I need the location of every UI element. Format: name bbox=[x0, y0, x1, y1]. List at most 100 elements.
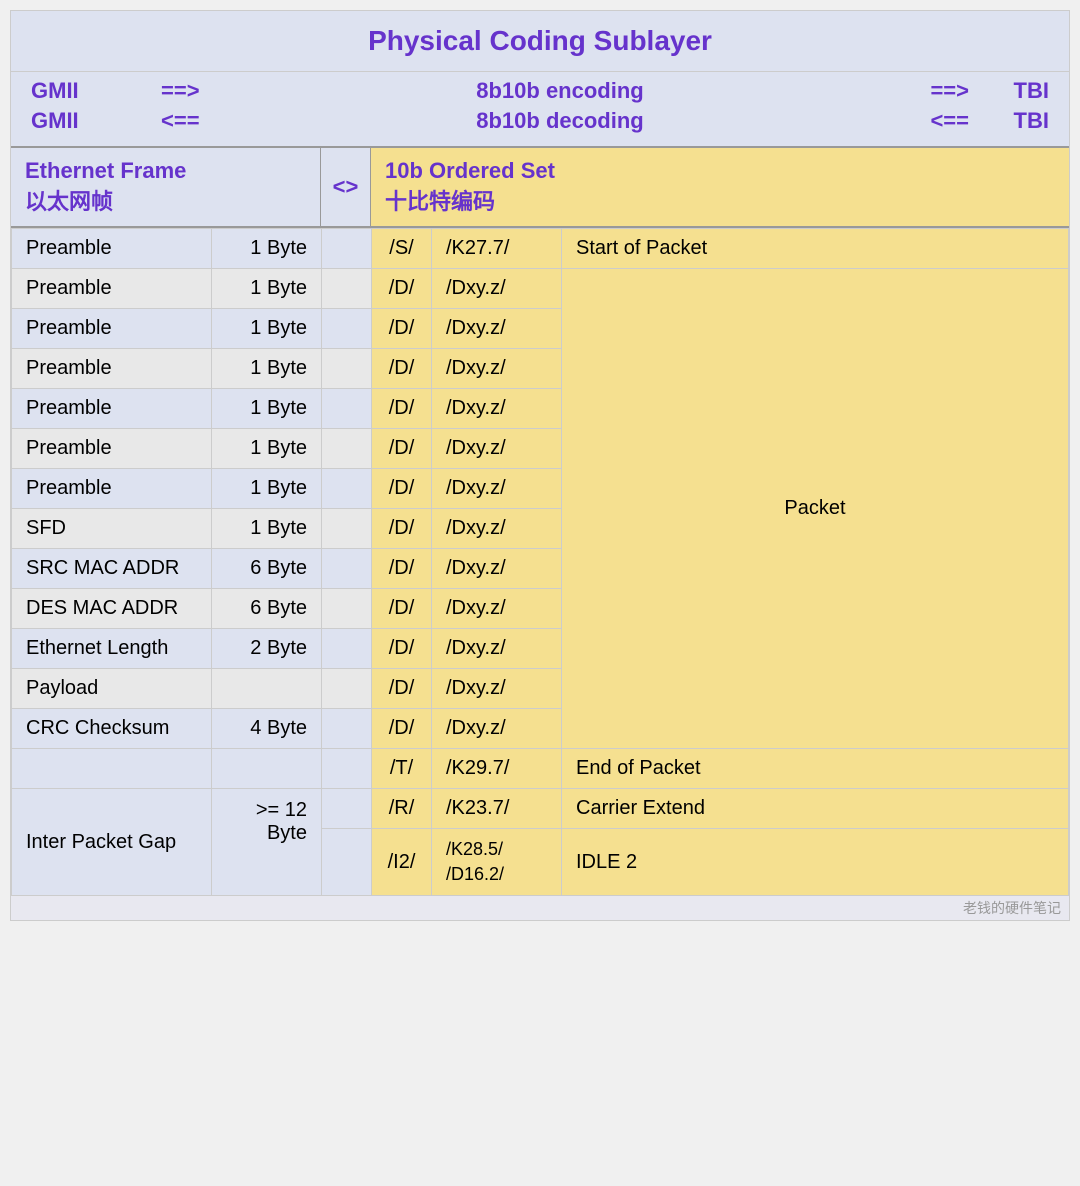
gmii-block: GMII ==> 8b10b encoding ==> TBI GMII <==… bbox=[11, 72, 1069, 148]
idle2-code2: /K28.5/ /D16.2/ bbox=[432, 829, 562, 896]
gmii-arrow-dec: <== bbox=[151, 108, 231, 134]
row-code2-9: /Dxy.z/ bbox=[432, 589, 562, 629]
row-size-2: 1 Byte bbox=[212, 309, 322, 349]
ipg-code2-1: /K23.7/ bbox=[432, 789, 562, 829]
idle2-arrow bbox=[322, 829, 372, 896]
table-row: Preamble 1 Byte /D/ /Dxy.z/ Packet bbox=[12, 269, 1069, 309]
row-arrow-11 bbox=[322, 669, 372, 709]
table-header: Ethernet Frame 以太网帧 <> 10b Ordered Set 十… bbox=[11, 148, 1069, 228]
row-code2-0: /K27.7/ bbox=[432, 229, 562, 269]
row-name-8: SRC MAC ADDR bbox=[12, 549, 212, 589]
row-size-6: 1 Byte bbox=[212, 469, 322, 509]
row-name-2: Preamble bbox=[12, 309, 212, 349]
eop-name bbox=[12, 749, 212, 789]
row-name-12: CRC Checksum bbox=[12, 709, 212, 749]
row-name-9: DES MAC ADDR bbox=[12, 589, 212, 629]
gmii-arrow-enc: ==> bbox=[151, 78, 231, 104]
row-arrow-5 bbox=[322, 429, 372, 469]
row-name-3: Preamble bbox=[12, 349, 212, 389]
row-code1-0: /S/ bbox=[372, 229, 432, 269]
10b-chinese: 十比特编码 bbox=[385, 184, 1055, 216]
eth-frame-chinese: 以太网帧 bbox=[25, 184, 306, 216]
row-code2-5: /Dxy.z/ bbox=[432, 429, 562, 469]
gmii-decoding-label: 8b10b decoding bbox=[231, 108, 889, 134]
idle2-d162: /D16.2/ bbox=[446, 864, 504, 884]
row-size-12: 4 Byte bbox=[212, 709, 322, 749]
10b-title: 10b Ordered Set bbox=[385, 158, 1055, 184]
row-code1-11: /D/ bbox=[372, 669, 432, 709]
eop-size bbox=[212, 749, 322, 789]
ipg-name: Inter Packet Gap bbox=[12, 789, 212, 896]
row-arrow-0 bbox=[322, 229, 372, 269]
ipg-size: >= 12 Byte bbox=[212, 789, 322, 896]
row-code1-12: /D/ bbox=[372, 709, 432, 749]
row-code1-9: /D/ bbox=[372, 589, 432, 629]
row-name-10: Ethernet Length bbox=[12, 629, 212, 669]
page-title: Physical Coding Sublayer bbox=[11, 11, 1069, 72]
row-code1-5: /D/ bbox=[372, 429, 432, 469]
row-code2-10: /Dxy.z/ bbox=[432, 629, 562, 669]
row-size-7: 1 Byte bbox=[212, 509, 322, 549]
row-name-7: SFD bbox=[12, 509, 212, 549]
tbi-label-enc: TBI bbox=[969, 78, 1049, 104]
tbi-label-dec: TBI bbox=[969, 108, 1049, 134]
row-code1-1: /D/ bbox=[372, 269, 432, 309]
row-name-6: Preamble bbox=[12, 469, 212, 509]
row-code1-10: /D/ bbox=[372, 629, 432, 669]
row-name-5: Preamble bbox=[12, 429, 212, 469]
row-arrow-10 bbox=[322, 629, 372, 669]
row-arrow-4 bbox=[322, 389, 372, 429]
row-arrow-1 bbox=[322, 269, 372, 309]
eop-code1: /T/ bbox=[372, 749, 432, 789]
ipg-code1-1: /R/ bbox=[372, 789, 432, 829]
row-name-0: Preamble bbox=[12, 229, 212, 269]
row-size-4: 1 Byte bbox=[212, 389, 322, 429]
eop-code2: /K29.7/ bbox=[432, 749, 562, 789]
gmii-encoding-row: GMII ==> 8b10b encoding ==> TBI bbox=[31, 76, 1049, 106]
row-size-5: 1 Byte bbox=[212, 429, 322, 469]
row-size-10: 2 Byte bbox=[212, 629, 322, 669]
10b-ordered-set-header: 10b Ordered Set 十比特编码 bbox=[371, 148, 1069, 226]
row-code1-6: /D/ bbox=[372, 469, 432, 509]
carrier-extend-cell: Carrier Extend bbox=[562, 789, 1069, 829]
row-code1-3: /D/ bbox=[372, 349, 432, 389]
row-code2-4: /Dxy.z/ bbox=[432, 389, 562, 429]
idle2-k285: /K28.5/ bbox=[446, 839, 503, 859]
idle2-desc-cell: IDLE 2 bbox=[562, 829, 1069, 896]
eop-arrow bbox=[322, 749, 372, 789]
row-code1-8: /D/ bbox=[372, 549, 432, 589]
row-arrow-6 bbox=[322, 469, 372, 509]
row-code2-2: /Dxy.z/ bbox=[432, 309, 562, 349]
row-arrow-12 bbox=[322, 709, 372, 749]
row-name-11: Payload bbox=[12, 669, 212, 709]
row-name-4: Preamble bbox=[12, 389, 212, 429]
row-size-11 bbox=[212, 669, 322, 709]
eth-frame-title: Ethernet Frame bbox=[25, 158, 306, 184]
row-arrow-9 bbox=[322, 589, 372, 629]
gmii-arrow2-dec: <== bbox=[889, 108, 969, 134]
header-arrow: <> bbox=[321, 148, 371, 226]
watermark: 老钱的硬件笔记 bbox=[11, 896, 1069, 920]
row-arrow-2 bbox=[322, 309, 372, 349]
gmii-arrow2-enc: ==> bbox=[889, 78, 969, 104]
gmii-decoding-row: GMII <== 8b10b decoding <== TBI bbox=[31, 106, 1049, 136]
row-size-8: 6 Byte bbox=[212, 549, 322, 589]
main-container: Physical Coding Sublayer GMII ==> 8b10b … bbox=[10, 10, 1070, 921]
table-row-inter-packet-gap: Inter Packet Gap >= 12 Byte /R/ /K23.7/ … bbox=[12, 789, 1069, 829]
main-table: Preamble 1 Byte /S/ /K27.7/ Start of Pac… bbox=[11, 228, 1069, 896]
start-of-packet-cell: Start of Packet bbox=[562, 229, 1069, 269]
row-size-9: 6 Byte bbox=[212, 589, 322, 629]
table-row: Preamble 1 Byte /S/ /K27.7/ Start of Pac… bbox=[12, 229, 1069, 269]
row-size-1: 1 Byte bbox=[212, 269, 322, 309]
row-code1-2: /D/ bbox=[372, 309, 432, 349]
row-code2-3: /Dxy.z/ bbox=[432, 349, 562, 389]
row-code2-8: /Dxy.z/ bbox=[432, 549, 562, 589]
row-code2-11: /Dxy.z/ bbox=[432, 669, 562, 709]
row-code1-7: /D/ bbox=[372, 509, 432, 549]
gmii-label-dec: GMII bbox=[31, 108, 151, 134]
end-of-packet-cell: End of Packet bbox=[562, 749, 1069, 789]
ipg-arrow-1 bbox=[322, 789, 372, 829]
row-code2-6: /Dxy.z/ bbox=[432, 469, 562, 509]
row-arrow-3 bbox=[322, 349, 372, 389]
row-name-1: Preamble bbox=[12, 269, 212, 309]
